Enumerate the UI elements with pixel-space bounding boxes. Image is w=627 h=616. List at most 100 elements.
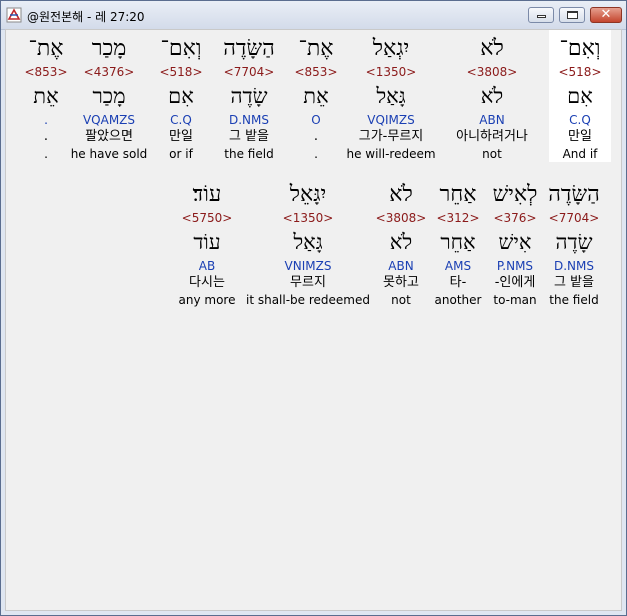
hebrew-word[interactable]: לֹא (480, 34, 504, 64)
interlinear-panel: וְאִם־ <518> אִם C.Q 만일 And if לֹא <3808… (5, 29, 622, 611)
korean-gloss: . (313, 129, 319, 144)
english-gloss: And if (562, 147, 598, 161)
strong-number[interactable]: <518> (558, 64, 601, 80)
strong-number[interactable]: <1350> (283, 210, 334, 226)
strong-number[interactable]: <4376> (84, 64, 135, 80)
korean-gloss: -인에게 (494, 275, 536, 290)
hebrew-word[interactable]: וְאִם־ (560, 34, 601, 64)
english-gloss: another (434, 293, 482, 307)
app-logo-icon[interactable] (6, 7, 22, 23)
morphology-code: VNIMZS (284, 259, 332, 273)
hebrew-root: שָׂדֶה (555, 230, 593, 254)
english-gloss: or if (169, 147, 193, 161)
english-gloss: any more (178, 293, 236, 307)
word-cell[interactable]: וְאִם־ <518> אִם C.Q 만일 or if (149, 30, 213, 162)
word-cell[interactable]: אֶת־ <853> אֵת . . . (23, 30, 69, 162)
maximize-icon (567, 11, 578, 19)
hebrew-root: אַחֵר (440, 230, 476, 254)
english-gloss: the field (224, 147, 274, 161)
english-gloss: not (391, 293, 411, 307)
word-cell[interactable]: הַשָּׂדֶה <7704> שָׂדֶה D.NMS 그 밭을 the f… (543, 176, 605, 308)
english-gloss: to-man (493, 293, 537, 307)
english-gloss: not (482, 147, 502, 161)
english-gloss: . (314, 147, 318, 161)
hebrew-word[interactable]: מָכַר (92, 34, 127, 64)
morphology-code: P.NMS (496, 259, 534, 273)
verse-row-1: וְאִם־ <518> אִם C.Q 만일 And if לֹא <3808… (23, 30, 611, 162)
hebrew-word[interactable]: וְאִם־ (161, 34, 202, 64)
word-cell[interactable]: הַשָּׂדֶה <7704> שָׂדֶה D.NMS 그 밭을 the f… (213, 30, 285, 162)
morphology-code: D.NMS (228, 113, 269, 127)
minimize-button[interactable] (528, 7, 554, 23)
close-icon: ✕ (600, 7, 612, 22)
korean-gloss: 그 밭을 (553, 275, 594, 290)
morphology-code: VQAMZS (82, 113, 136, 127)
word-cell[interactable]: אַחֵר <312> אַחֵר AMS 타- another (429, 176, 487, 308)
hebrew-word[interactable]: יִגְאַל (373, 34, 410, 64)
hebrew-word[interactable]: אֶת־ (298, 34, 333, 64)
hebrew-word[interactable]: הַשָּׂדֶה (548, 180, 599, 210)
hebrew-word[interactable]: לְאִישׁ (493, 180, 538, 210)
hebrew-root: לֹא (389, 230, 413, 254)
strong-number[interactable]: <3808> (376, 210, 427, 226)
hebrew-word[interactable]: אֶת־ (28, 34, 63, 64)
close-button[interactable]: ✕ (590, 7, 622, 23)
morphology-code: C.Q (569, 113, 591, 127)
word-cell[interactable]: לֹא <3808> לֹא ABN 못하고 not (373, 176, 429, 308)
window-title: @원전본해 - 레 27:20 (27, 10, 145, 24)
hebrew-root: אִישׁ (498, 230, 532, 254)
strong-number[interactable]: <853> (294, 64, 337, 80)
hebrew-word[interactable]: לֹא (389, 180, 413, 210)
word-cell[interactable]: עוֹד׃ <5750> עוֹד AB 다시는 any more (171, 176, 243, 308)
strong-number[interactable]: <853> (24, 64, 67, 80)
korean-gloss: 타- (449, 275, 467, 290)
hebrew-root: לֹא (480, 84, 504, 108)
word-cell[interactable]: מָכַר <4376> מָכַר VQAMZS 팔았으면 he have s… (69, 30, 149, 162)
morphology-code: O (311, 113, 321, 127)
korean-gloss: 그가-무르지 (358, 129, 424, 144)
word-cell[interactable]: יִגְאַל <1350> גָּאַל VQIMZS 그가-무르지 he w… (346, 30, 435, 162)
english-gloss: he have sold (70, 147, 148, 161)
hebrew-root: גָּאַל (376, 84, 406, 108)
strong-number[interactable]: <3808> (467, 64, 518, 80)
morphology-code: AB (198, 259, 216, 273)
korean-gloss: 그 밭을 (228, 129, 269, 144)
hebrew-root: אִם (567, 84, 593, 108)
korean-gloss: 다시는 (189, 275, 225, 290)
word-cell[interactable]: יִגָּאֵל <1350> גָּאַל VNIMZS 무르지 it sha… (243, 176, 373, 308)
morphology-code: VQIMZS (367, 113, 415, 127)
english-gloss: it shall-be redeemed (245, 293, 370, 307)
maximize-button[interactable] (559, 7, 585, 23)
korean-gloss: 무르지 (290, 275, 326, 290)
hebrew-word[interactable]: אַחֵר (439, 180, 476, 210)
morphology-code: ABN (479, 113, 505, 127)
korean-gloss: 팔았으면 (85, 129, 133, 144)
morphology-code: D.NMS (553, 259, 594, 273)
hebrew-root: שָׂדֶה (230, 84, 268, 108)
strong-number[interactable]: <376> (493, 210, 536, 226)
morphology-code: C.Q (170, 113, 192, 127)
verse-row-2: הַשָּׂדֶה <7704> שָׂדֶה D.NMS 그 밭을 the f… (171, 176, 605, 308)
word-cell[interactable]: לֹא <3808> לֹא ABN 아니하려거나 not (435, 30, 549, 162)
hebrew-root: גָּאַל (293, 230, 323, 254)
hebrew-root: אֵת (303, 84, 329, 108)
word-cell[interactable]: וְאִם־ <518> אִם C.Q 만일 And if (549, 30, 611, 162)
strong-number[interactable]: <1350> (366, 64, 417, 80)
word-cell[interactable]: אֶת־ <853> אֵת O . . (285, 30, 347, 162)
korean-gloss: . (43, 129, 49, 144)
hebrew-word[interactable]: עוֹד׃ (193, 180, 222, 210)
hebrew-root: עוֹד (193, 230, 221, 254)
strong-number[interactable]: <518> (159, 64, 202, 80)
morphology-code: AMS (444, 259, 472, 273)
strong-number[interactable]: <312> (436, 210, 479, 226)
hebrew-word[interactable]: הַשָּׂדֶה (223, 34, 274, 64)
hebrew-word[interactable]: יִגָּאֵל (290, 180, 327, 210)
strong-number[interactable]: <5750> (182, 210, 233, 226)
minimize-icon (537, 15, 546, 18)
strong-number[interactable]: <7704> (549, 210, 600, 226)
strong-number[interactable]: <7704> (224, 64, 275, 80)
title-bar[interactable]: @원전본해 - 레 27:20 ✕ (1, 1, 626, 30)
morphology-code: . (44, 113, 48, 127)
word-cell[interactable]: לְאִישׁ <376> אִישׁ P.NMS -인에게 to-man (487, 176, 543, 308)
app-window: @원전본해 - 레 27:20 ✕ וְאִם־ <518> אִם C.Q 만… (0, 0, 627, 616)
